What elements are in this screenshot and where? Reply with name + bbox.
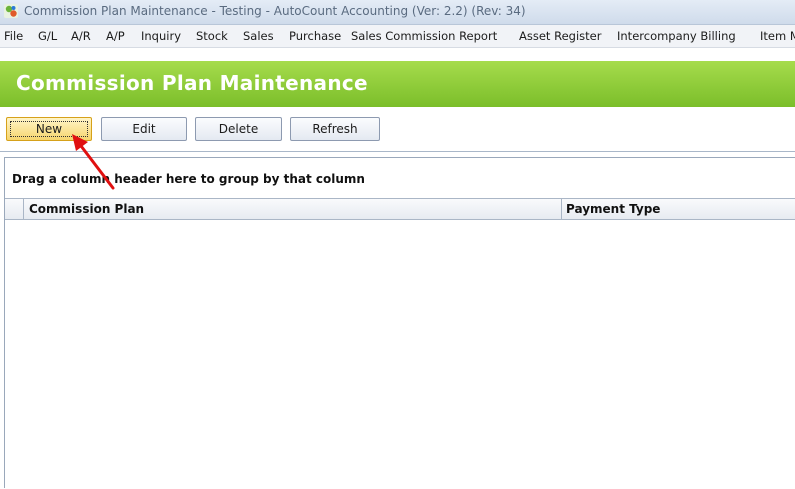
delete-button[interactable]: Delete bbox=[195, 117, 282, 141]
menu-file[interactable]: File bbox=[4, 29, 23, 43]
column-divider[interactable] bbox=[561, 199, 562, 219]
focus-rectangle bbox=[10, 121, 88, 137]
row-indicator-header bbox=[5, 199, 24, 219]
menu-ar[interactable]: A/R bbox=[71, 29, 91, 43]
group-by-panel[interactable]: Drag a column header here to group by th… bbox=[5, 158, 795, 196]
edit-button[interactable]: Edit bbox=[101, 117, 187, 141]
menu-asset-register[interactable]: Asset Register bbox=[519, 29, 601, 43]
page-title: Commission Plan Maintenance bbox=[16, 71, 368, 95]
menu-sales[interactable]: Sales bbox=[243, 29, 274, 43]
title-bar: Commission Plan Maintenance - Testing - … bbox=[0, 0, 795, 25]
new-button[interactable]: New bbox=[6, 117, 92, 141]
group-by-hint: Drag a column header here to group by th… bbox=[12, 172, 365, 186]
menu-stock[interactable]: Stock bbox=[196, 29, 228, 43]
menu-sales-commission-report[interactable]: Sales Commission Report bbox=[351, 29, 497, 43]
menu-ap[interactable]: A/P bbox=[106, 29, 125, 43]
menu-intercompany-billing[interactable]: Intercompany Billing bbox=[617, 29, 736, 43]
page-banner: Commission Plan Maintenance bbox=[0, 61, 795, 107]
menu-item-maintenance[interactable]: Item M bbox=[760, 29, 795, 43]
menu-inquiry[interactable]: Inquiry bbox=[141, 29, 181, 43]
window-title: Commission Plan Maintenance - Testing - … bbox=[24, 4, 526, 18]
menu-gl[interactable]: G/L bbox=[38, 29, 57, 43]
menu-bar: File G/L A/R A/P Inquiry Stock Sales Pur… bbox=[0, 25, 795, 48]
refresh-button-label: Refresh bbox=[312, 122, 358, 136]
refresh-button[interactable]: Refresh bbox=[290, 117, 380, 141]
toolbar: New Edit Delete Refresh bbox=[0, 107, 795, 152]
delete-button-label: Delete bbox=[218, 122, 259, 136]
grid-body[interactable] bbox=[5, 220, 795, 489]
menu-purchase[interactable]: Purchase bbox=[289, 29, 341, 43]
autocount-icon bbox=[4, 4, 18, 18]
edit-button-label: Edit bbox=[132, 122, 156, 136]
data-grid: Drag a column header here to group by th… bbox=[4, 157, 795, 489]
column-header-commission-plan[interactable]: Commission Plan bbox=[29, 202, 144, 216]
grid-header-row: Commission Plan Payment Type bbox=[5, 198, 795, 220]
column-header-payment-type[interactable]: Payment Type bbox=[566, 202, 660, 216]
